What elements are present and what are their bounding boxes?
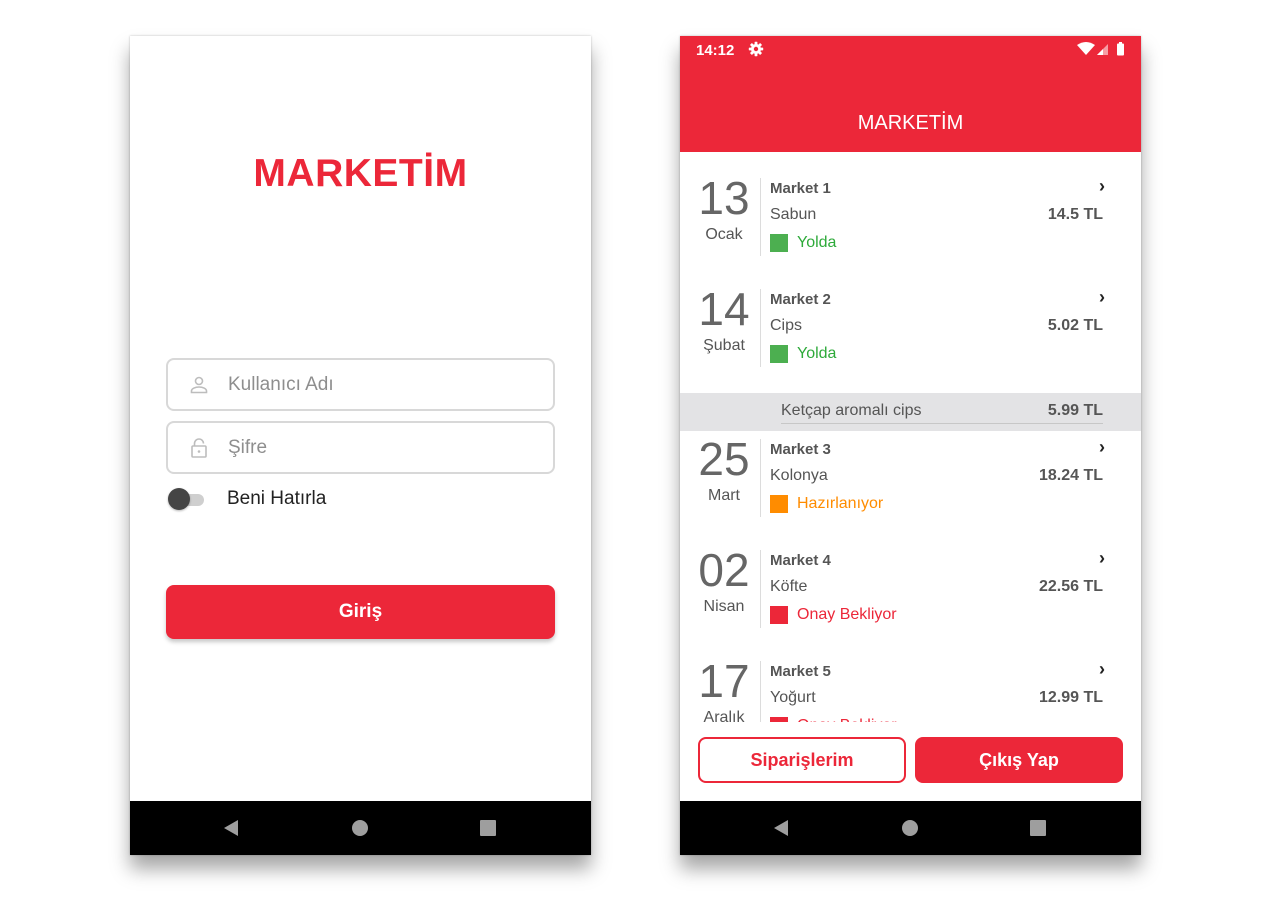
order-price: 12.99 TL: [1038, 689, 1103, 706]
app-logo: MARKETİM: [253, 152, 468, 195]
status-time: 14:12: [696, 42, 735, 59]
market-name: Market 2: [770, 291, 831, 308]
battery-icon: [1117, 43, 1124, 56]
divider: [760, 439, 761, 517]
order-day: 17: [698, 655, 750, 707]
back-icon[interactable]: [224, 820, 238, 836]
status-label: Onay Bekliyor: [797, 717, 897, 722]
order-price: 22.56 TL: [1038, 578, 1103, 595]
order-price: 14.5 TL: [1047, 206, 1103, 223]
navigation-bar: [680, 801, 1141, 855]
product-name: Sabun: [770, 206, 817, 223]
order-item[interactable]: 25 Mart Market 3 Kolonya 18.24 TL › Hazı…: [680, 435, 1141, 545]
orders-screen: 14:12 MARKETİM 13 Ocak Market 1 Sabun 14…: [680, 36, 1141, 855]
status-label: Hazırlanıyor: [797, 495, 884, 512]
order-item[interactable]: 14 Şubat Market 2 Cips 5.02 TL › Yolda: [680, 285, 1141, 395]
chevron-right-icon[interactable]: ›: [1099, 176, 1105, 197]
order-month: Ocak: [705, 226, 743, 243]
product-name: Cips: [770, 317, 803, 334]
market-name: Market 4: [770, 552, 831, 569]
status-indicator: [770, 606, 788, 624]
page-title: MARKETİM: [857, 112, 964, 134]
remember-me-label: Beni Hatırla: [227, 488, 327, 509]
logout-button[interactable]: Çıkış Yap: [915, 737, 1123, 783]
status-indicator: [770, 495, 788, 513]
order-item[interactable]: 13 Ocak Market 1 Sabun 14.5 TL › Yolda: [680, 174, 1141, 284]
password-input[interactable]: [228, 423, 538, 472]
person-icon: [190, 376, 208, 394]
login-button[interactable]: Giriş: [166, 585, 555, 639]
login-screen: MARKETİM Beni Hatırla Giriş: [130, 36, 591, 855]
home-icon[interactable]: [352, 820, 368, 836]
orders-list[interactable]: 13 Ocak Market 1 Sabun 14.5 TL › Yolda 1…: [680, 152, 1141, 722]
recent-apps-icon[interactable]: [480, 820, 496, 836]
order-day: 02: [698, 544, 750, 596]
status-label: Onay Bekliyor: [797, 606, 897, 623]
detail-price: 5.99 TL: [1047, 402, 1103, 419]
username-field[interactable]: [166, 358, 555, 411]
divider: [760, 661, 761, 722]
chevron-right-icon[interactable]: ›: [1099, 659, 1105, 680]
market-name: Market 3: [770, 441, 831, 458]
status-label: Yolda: [797, 234, 837, 251]
order-item[interactable]: 17 Aralık Market 5 Yoğurt 12.99 TL › Ona…: [680, 657, 1141, 722]
product-name: Köfte: [770, 578, 808, 595]
order-detail-row: Ketçap aromalı cips 5.99 TL: [680, 393, 1141, 431]
product-name: Kolonya: [770, 467, 828, 484]
my-orders-button[interactable]: Siparişlerim: [698, 737, 906, 783]
order-item[interactable]: 02 Nisan Market 4 Köfte 22.56 TL › Onay …: [680, 546, 1141, 656]
password-field[interactable]: [166, 421, 555, 474]
wifi-icon: [1077, 42, 1095, 55]
detail-product: Ketçap aromalı cips: [781, 402, 922, 419]
market-name: Market 5: [770, 663, 831, 680]
status-label: Yolda: [797, 345, 837, 362]
order-price: 5.02 TL: [1047, 317, 1103, 334]
app-bar: 14:12 MARKETİM: [680, 36, 1141, 152]
order-price: 18.24 TL: [1038, 467, 1103, 484]
divider: [760, 289, 761, 367]
chevron-right-icon[interactable]: ›: [1099, 287, 1105, 308]
order-day: 14: [698, 283, 750, 335]
order-month: Mart: [708, 487, 740, 504]
remember-me-toggle[interactable]: [168, 488, 206, 510]
order-month: Şubat: [703, 337, 745, 354]
status-icons: [1077, 42, 1124, 56]
lock-icon: [191, 438, 207, 458]
order-day: 25: [698, 433, 750, 485]
chevron-right-icon[interactable]: ›: [1099, 548, 1105, 569]
order-day: 13: [698, 172, 750, 224]
navigation-bar: [130, 801, 591, 855]
divider: [760, 550, 761, 628]
divider: [781, 423, 1103, 424]
product-name: Yoğurt: [770, 689, 816, 706]
username-input[interactable]: [228, 360, 538, 409]
home-icon[interactable]: [902, 820, 918, 836]
back-icon[interactable]: [774, 820, 788, 836]
market-name: Market 1: [770, 180, 831, 197]
chevron-right-icon[interactable]: ›: [1099, 437, 1105, 458]
recent-apps-icon[interactable]: [1030, 820, 1046, 836]
settings-icon: [748, 41, 764, 57]
status-indicator: [770, 234, 788, 252]
order-month: Aralık: [703, 709, 745, 722]
order-month: Nisan: [703, 598, 745, 615]
toggle-thumb: [168, 488, 190, 510]
divider: [760, 178, 761, 256]
status-indicator: [770, 345, 788, 363]
status-indicator: [770, 717, 788, 722]
